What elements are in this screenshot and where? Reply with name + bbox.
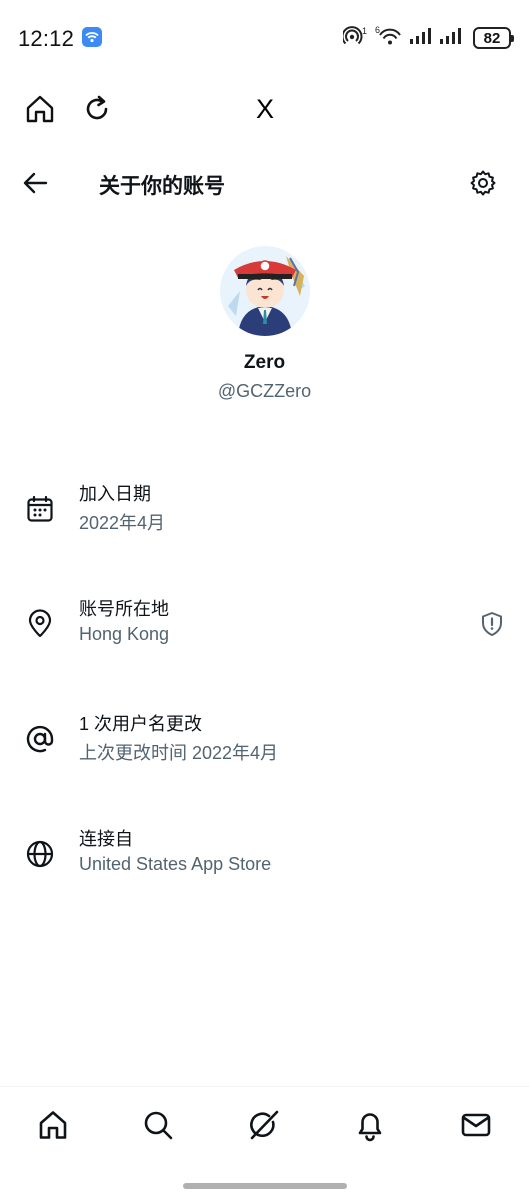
shield-icon[interactable] — [480, 611, 504, 642]
avatar[interactable] — [220, 246, 310, 336]
status-bar: 12:12 1 6 82 — [0, 0, 529, 78]
info-label: 账号所在地 — [79, 599, 169, 619]
back-arrow-icon[interactable] — [22, 170, 50, 201]
page-title: 关于你的账号 — [99, 175, 225, 198]
info-value: 上次更改时间 2022年4月 — [79, 743, 279, 763]
sim-index: 1 — [362, 26, 367, 36]
info-value: 2022年4月 — [79, 513, 166, 533]
status-time: 12:12 — [18, 26, 75, 51]
at-sign-icon — [25, 724, 55, 759]
home-icon — [39, 1111, 67, 1139]
search-icon — [144, 1111, 173, 1140]
tab-grok[interactable] — [244, 1105, 284, 1145]
mail-icon — [461, 1113, 491, 1137]
wifi-icon: 6 — [375, 25, 403, 52]
grok-icon — [250, 1110, 279, 1140]
bottom-tab-bar — [0, 1087, 529, 1167]
signal-icon-2 — [439, 26, 463, 51]
globe-icon — [25, 839, 55, 874]
signal-icon-1 — [409, 26, 433, 51]
wifi-hotspot-icon — [82, 27, 102, 47]
tab-home[interactable] — [33, 1105, 73, 1145]
reload-icon[interactable] — [82, 94, 112, 129]
battery-indicator: 82 — [473, 27, 514, 49]
info-row-connected-via: 连接自 United States App Store — [0, 825, 529, 895]
hotspot-icon: 1 — [341, 25, 369, 52]
page-header: 关于你的账号 — [0, 160, 529, 206]
calendar-icon — [25, 494, 55, 529]
tab-search[interactable] — [138, 1105, 178, 1145]
status-indicators: 1 6 82 — [341, 25, 514, 52]
browser-home-icon[interactable] — [24, 94, 56, 129]
browser-bar: X — [0, 84, 529, 134]
info-label: 1 次用户名更改 — [79, 714, 203, 734]
gear-icon[interactable] — [469, 169, 497, 202]
info-value: Hong Kong — [79, 624, 170, 644]
info-row-username-changes: 1 次用户名更改 上次更改时间 2022年4月 — [0, 710, 529, 780]
info-label: 连接自 — [79, 829, 133, 849]
user-handle: @GCZZero — [217, 381, 312, 401]
info-value: United States App Store — [79, 854, 272, 874]
tab-messages[interactable] — [456, 1105, 496, 1145]
home-indicator[interactable] — [183, 1183, 347, 1189]
location-pin-icon — [25, 609, 55, 644]
x-logo-icon: X — [251, 94, 279, 127]
network-label: 6 — [375, 25, 380, 35]
info-row-account-location: 账号所在地 Hong Kong — [0, 595, 529, 665]
x-logo-text: X — [256, 94, 274, 122]
tab-notifications[interactable] — [350, 1105, 390, 1145]
bell-icon — [358, 1113, 382, 1142]
info-label: 加入日期 — [79, 484, 151, 504]
info-row-join-date: 加入日期 2022年4月 — [0, 480, 529, 550]
display-name: Zero — [243, 352, 286, 373]
